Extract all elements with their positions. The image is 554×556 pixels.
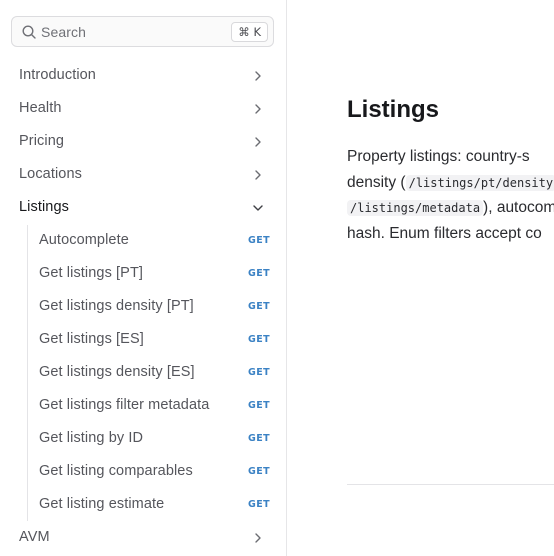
chevron-right-icon <box>255 71 261 81</box>
sidebar-subitem-get-listings-density-es[interactable]: Get listings density [ES] GET <box>28 356 286 389</box>
description-line: hash. Enum filters accept co <box>347 224 542 242</box>
sidebar-item-label: Listings <box>19 199 69 215</box>
description-text: ), autocom <box>483 199 554 216</box>
sidebar-item-label: Locations <box>19 166 82 182</box>
main-content: Listings Property listings: country-s de… <box>288 0 554 556</box>
search-placeholder: Search <box>41 24 86 40</box>
page-description: Property listings: country-s density (/l… <box>347 144 554 246</box>
sidebar: Search ⌘ K Introduction Health Pricing L… <box>0 0 287 556</box>
sidebar-subitem-get-listing-comparables[interactable]: Get listing comparables GET <box>28 455 286 488</box>
sidebar-item-pricing[interactable]: Pricing <box>0 125 286 158</box>
inline-code: /listings/pt/density <box>405 174 554 191</box>
chevron-right-icon <box>255 533 261 543</box>
sidebar-item-avm[interactable]: AVM <box>0 521 286 554</box>
sidebar-subitem-label: Get listing comparables <box>39 463 193 479</box>
sidebar-item-label: AVM <box>19 529 50 545</box>
method-badge: GET <box>248 334 270 345</box>
sidebar-subitem-label: Get listings [ES] <box>39 331 144 347</box>
sidebar-subitem-label: Get listing by ID <box>39 430 144 446</box>
method-badge: GET <box>248 268 270 279</box>
page-title: Listings <box>347 96 440 123</box>
chevron-right-icon <box>255 137 261 147</box>
section-divider <box>347 484 554 485</box>
chevron-down-icon <box>253 205 263 211</box>
sidebar-item-health[interactable]: Health <box>0 92 286 125</box>
description-text: density ( <box>347 173 406 191</box>
sidebar-subitem-get-listings-density-pt[interactable]: Get listings density [PT] GET <box>28 290 286 323</box>
chevron-right-icon <box>255 170 261 180</box>
sidebar-subitem-get-listing-by-id[interactable]: Get listing by ID GET <box>28 422 286 455</box>
sidebar-subitem-label: Get listings filter metadata <box>39 397 210 413</box>
sidebar-subitem-get-listings-es[interactable]: Get listings [ES] GET <box>28 323 286 356</box>
sidebar-item-introduction[interactable]: Introduction <box>0 59 286 92</box>
sidebar-subitem-autocomplete[interactable]: Autocomplete GET <box>28 224 286 257</box>
chevron-right-icon <box>255 104 261 114</box>
method-badge: GET <box>248 235 270 246</box>
sidebar-item-label: Introduction <box>19 67 96 83</box>
sidebar-subitem-get-listings-filter-metadata[interactable]: Get listings filter metadata GET <box>28 389 286 422</box>
sidebar-subitem-label: Get listing estimate <box>39 496 165 512</box>
sidebar-subitem-label: Autocomplete <box>39 232 129 248</box>
sidebar-subitem-get-listings-pt[interactable]: Get listings [PT] GET <box>28 257 286 290</box>
method-badge: GET <box>248 499 270 510</box>
method-badge: GET <box>248 400 270 411</box>
sidebar-item-label: Pricing <box>19 133 65 149</box>
search-icon <box>22 25 36 39</box>
description-line: Property listings: country-s <box>347 148 530 165</box>
sidebar-subitem-get-listing-estimate[interactable]: Get listing estimate GET <box>28 488 286 521</box>
sidebar-item-locations[interactable]: Locations <box>0 158 286 191</box>
description-line: density (/listings/pt/density <box>347 170 554 196</box>
description-line: /listings/metadata), autocom <box>347 195 554 221</box>
inline-code: /listings/metadata <box>347 200 484 216</box>
method-badge: GET <box>248 433 270 444</box>
sidebar-subitem-label: Get listings density [PT] <box>39 298 194 314</box>
sidebar-subitem-label: Get listings [PT] <box>39 265 144 281</box>
method-badge: GET <box>248 367 270 378</box>
search-shortcut-badge: ⌘ K <box>231 22 268 42</box>
sidebar-item-label: Health <box>19 100 62 116</box>
sidebar-subitem-label: Get listings density [ES] <box>39 364 195 380</box>
search-input[interactable]: Search ⌘ K <box>11 16 274 47</box>
sidebar-item-listings[interactable]: Listings <box>0 191 286 224</box>
method-badge: GET <box>248 301 270 312</box>
method-badge: GET <box>248 466 270 477</box>
